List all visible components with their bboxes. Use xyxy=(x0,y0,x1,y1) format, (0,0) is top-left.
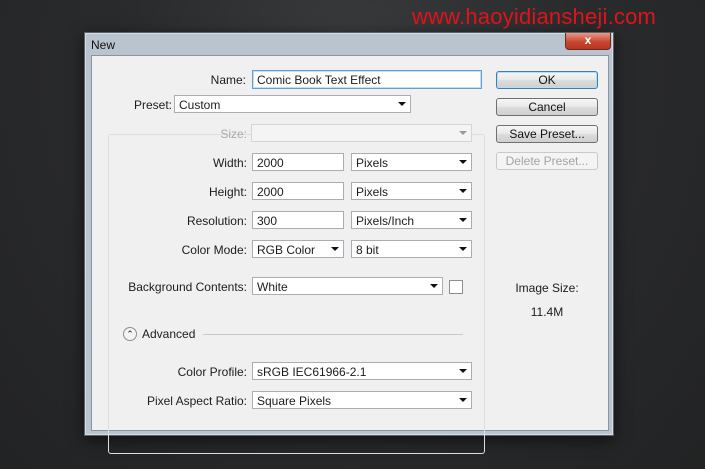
chevron-down-icon xyxy=(459,189,467,193)
chevron-down-icon xyxy=(459,247,467,251)
watermark-text: www.haoyidiansheji.com xyxy=(412,4,657,29)
advanced-label: Advanced xyxy=(142,327,196,341)
pixel-aspect-ratio-select[interactable]: Square Pixels xyxy=(252,391,472,409)
bit-depth-value: 8 bit xyxy=(356,243,379,257)
resolution-label: Resolution: xyxy=(186,214,247,228)
advanced-divider xyxy=(203,334,463,335)
chevron-down-icon xyxy=(459,160,467,164)
new-document-dialog: New x Name: Comic Book Text Effect Prese… xyxy=(84,32,614,454)
image-size-label: Image Size: xyxy=(515,281,579,295)
chevron-down-icon xyxy=(459,369,467,373)
cancel-button[interactable]: Cancel xyxy=(496,98,598,116)
ok-button[interactable]: OK xyxy=(496,71,598,89)
dialog-body: Name: Comic Book Text Effect Preset: Cus… xyxy=(91,55,609,454)
collapse-up-icon: ⌃ xyxy=(126,329,134,339)
color-mode-label: Color Mode: xyxy=(181,243,247,257)
preset-label: Preset: xyxy=(124,98,174,112)
size-select[interactable] xyxy=(251,124,472,142)
width-input[interactable]: 2000 xyxy=(252,153,344,171)
background-contents-select[interactable]: White xyxy=(252,277,443,295)
resolution-unit-value: Pixels/Inch xyxy=(356,214,415,228)
save-preset-button[interactable]: Save Preset... xyxy=(496,125,598,143)
color-profile-select[interactable]: sRGB IEC61966-2.1 xyxy=(252,362,472,380)
pixel-aspect-ratio-label: Pixel Aspect Ratio: xyxy=(146,394,247,408)
dialog-title: New xyxy=(91,38,116,52)
height-input[interactable]: 2000 xyxy=(252,182,344,200)
chevron-down-icon xyxy=(459,131,467,135)
name-label: Name: xyxy=(210,73,246,87)
color-mode-select[interactable]: RGB Color xyxy=(252,240,344,258)
advanced-toggle-button[interactable]: ⌃ xyxy=(123,327,137,341)
delete-preset-button[interactable]: Delete Preset... xyxy=(496,152,598,170)
resolution-unit-select[interactable]: Pixels/Inch xyxy=(351,211,472,229)
chevron-down-icon xyxy=(459,218,467,222)
preset-select[interactable]: Custom xyxy=(174,95,411,113)
background-contents-value: White xyxy=(257,280,288,294)
color-profile-label: Color Profile: xyxy=(177,365,247,379)
chevron-down-icon xyxy=(398,102,406,106)
image-size-value: 11.4M xyxy=(530,305,564,319)
close-icon: x xyxy=(584,33,592,47)
chevron-down-icon xyxy=(331,247,339,251)
height-label: Height: xyxy=(208,185,247,199)
width-unit-select[interactable]: Pixels xyxy=(351,153,472,171)
color-profile-value: sRGB IEC61966-2.1 xyxy=(257,365,367,379)
name-input[interactable]: Comic Book Text Effect xyxy=(252,70,482,89)
size-label: Size: xyxy=(220,127,247,141)
background-contents-label: Background Contents: xyxy=(128,280,247,294)
pixel-aspect-ratio-value: Square Pixels xyxy=(257,394,332,408)
chevron-down-icon xyxy=(430,284,438,288)
close-button[interactable]: x xyxy=(565,33,611,50)
background-color-swatch[interactable] xyxy=(449,280,463,294)
preset-value: Custom xyxy=(179,98,221,112)
width-label: Width: xyxy=(212,156,247,170)
resolution-input[interactable]: 300 xyxy=(252,211,344,229)
bit-depth-select[interactable]: 8 bit xyxy=(351,240,472,258)
height-unit-value: Pixels xyxy=(356,185,389,199)
title-bar[interactable]: New x xyxy=(85,33,613,55)
color-mode-value: RGB Color xyxy=(257,243,316,257)
height-unit-select[interactable]: Pixels xyxy=(351,182,472,200)
width-unit-value: Pixels xyxy=(356,156,389,170)
chevron-down-icon xyxy=(459,398,467,402)
